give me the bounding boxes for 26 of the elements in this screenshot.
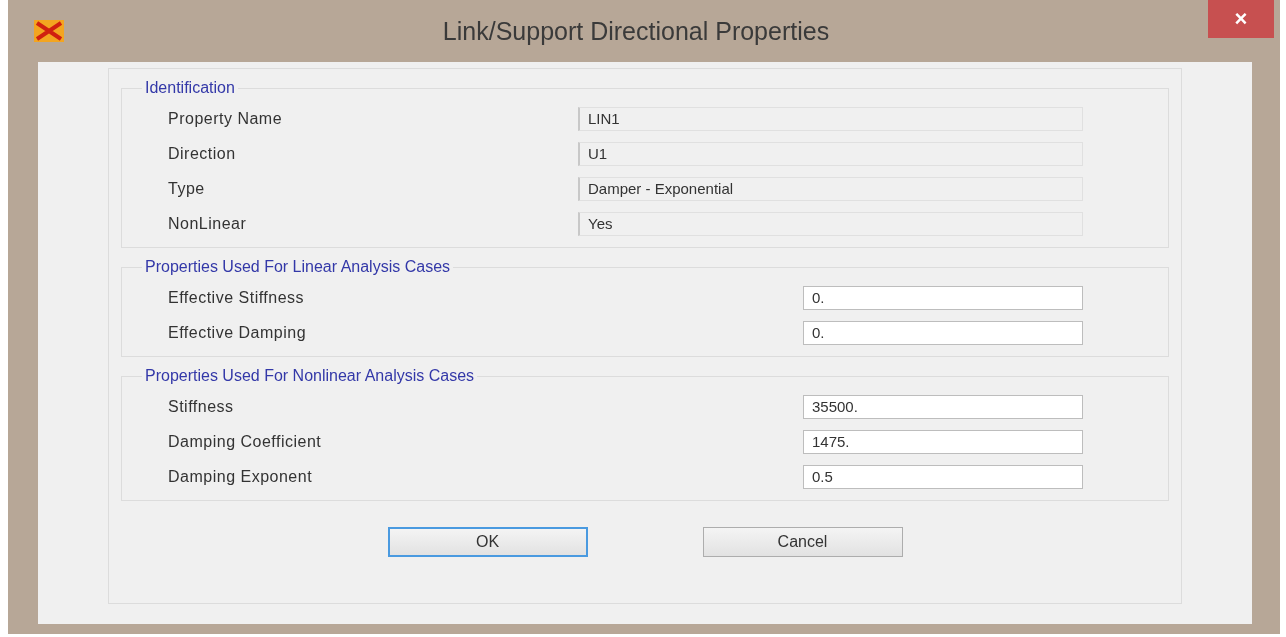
app-logo-icon xyxy=(34,20,64,42)
group-title: Identification xyxy=(144,79,236,97)
input-field[interactable]: 0. xyxy=(803,285,1083,310)
field-label: Effective Stiffness xyxy=(168,288,306,307)
field-label: Direction xyxy=(168,144,237,163)
close-button[interactable]: × xyxy=(1208,0,1274,38)
field-label: NonLinear xyxy=(168,214,248,233)
input-field[interactable]: Damper - Exponential xyxy=(578,176,1083,201)
group-title: Properties Used For Nonlinear Analysis Cases xyxy=(144,367,476,385)
field-label: Property Name xyxy=(168,109,284,128)
input-field[interactable]: 0.5 xyxy=(803,464,1083,489)
input-field[interactable]: 1475. xyxy=(803,429,1083,454)
input-field[interactable]: 35500. xyxy=(803,394,1083,419)
ok-button[interactable]: OK xyxy=(387,527,588,557)
input-field[interactable]: LIN1 xyxy=(578,106,1083,131)
field-label: Type xyxy=(168,179,206,198)
input-field[interactable]: 0. xyxy=(803,320,1083,345)
field-label: Damping Exponent xyxy=(168,467,314,486)
cancel-button[interactable]: Cancel xyxy=(702,527,903,557)
window-title: Link/Support Directional Properties xyxy=(441,16,831,46)
input-field[interactable]: U1 xyxy=(578,141,1083,166)
input-field[interactable]: Yes xyxy=(578,211,1083,236)
field-label: Effective Damping xyxy=(168,323,308,342)
group-title: Properties Used For Linear Analysis Cases xyxy=(144,258,452,276)
field-label: Stiffness xyxy=(168,397,235,416)
field-label: Damping Coefficient xyxy=(168,432,323,451)
